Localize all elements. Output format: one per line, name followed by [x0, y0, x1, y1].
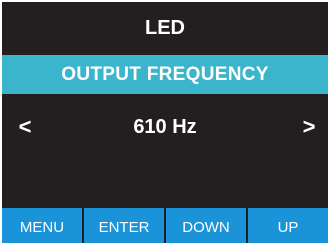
next-arrow-icon[interactable]: > [294, 107, 324, 147]
screen-title: LED [145, 16, 185, 39]
previous-arrow-icon[interactable]: < [10, 107, 40, 147]
up-button[interactable]: UP [248, 208, 328, 243]
menu-button[interactable]: MENU [2, 208, 82, 243]
down-button[interactable]: DOWN [166, 208, 246, 243]
value-row: < 610 Hz > [2, 107, 328, 147]
frequency-value: 610 Hz [133, 115, 197, 138]
parameter-banner: OUTPUT FREQUENCY [2, 55, 328, 94]
enter-button[interactable]: ENTER [84, 208, 164, 243]
device-screen: LED OUTPUT FREQUENCY < 610 Hz > MENU ENT… [2, 2, 328, 243]
softkey-bar: MENU ENTER DOWN UP [2, 208, 328, 243]
